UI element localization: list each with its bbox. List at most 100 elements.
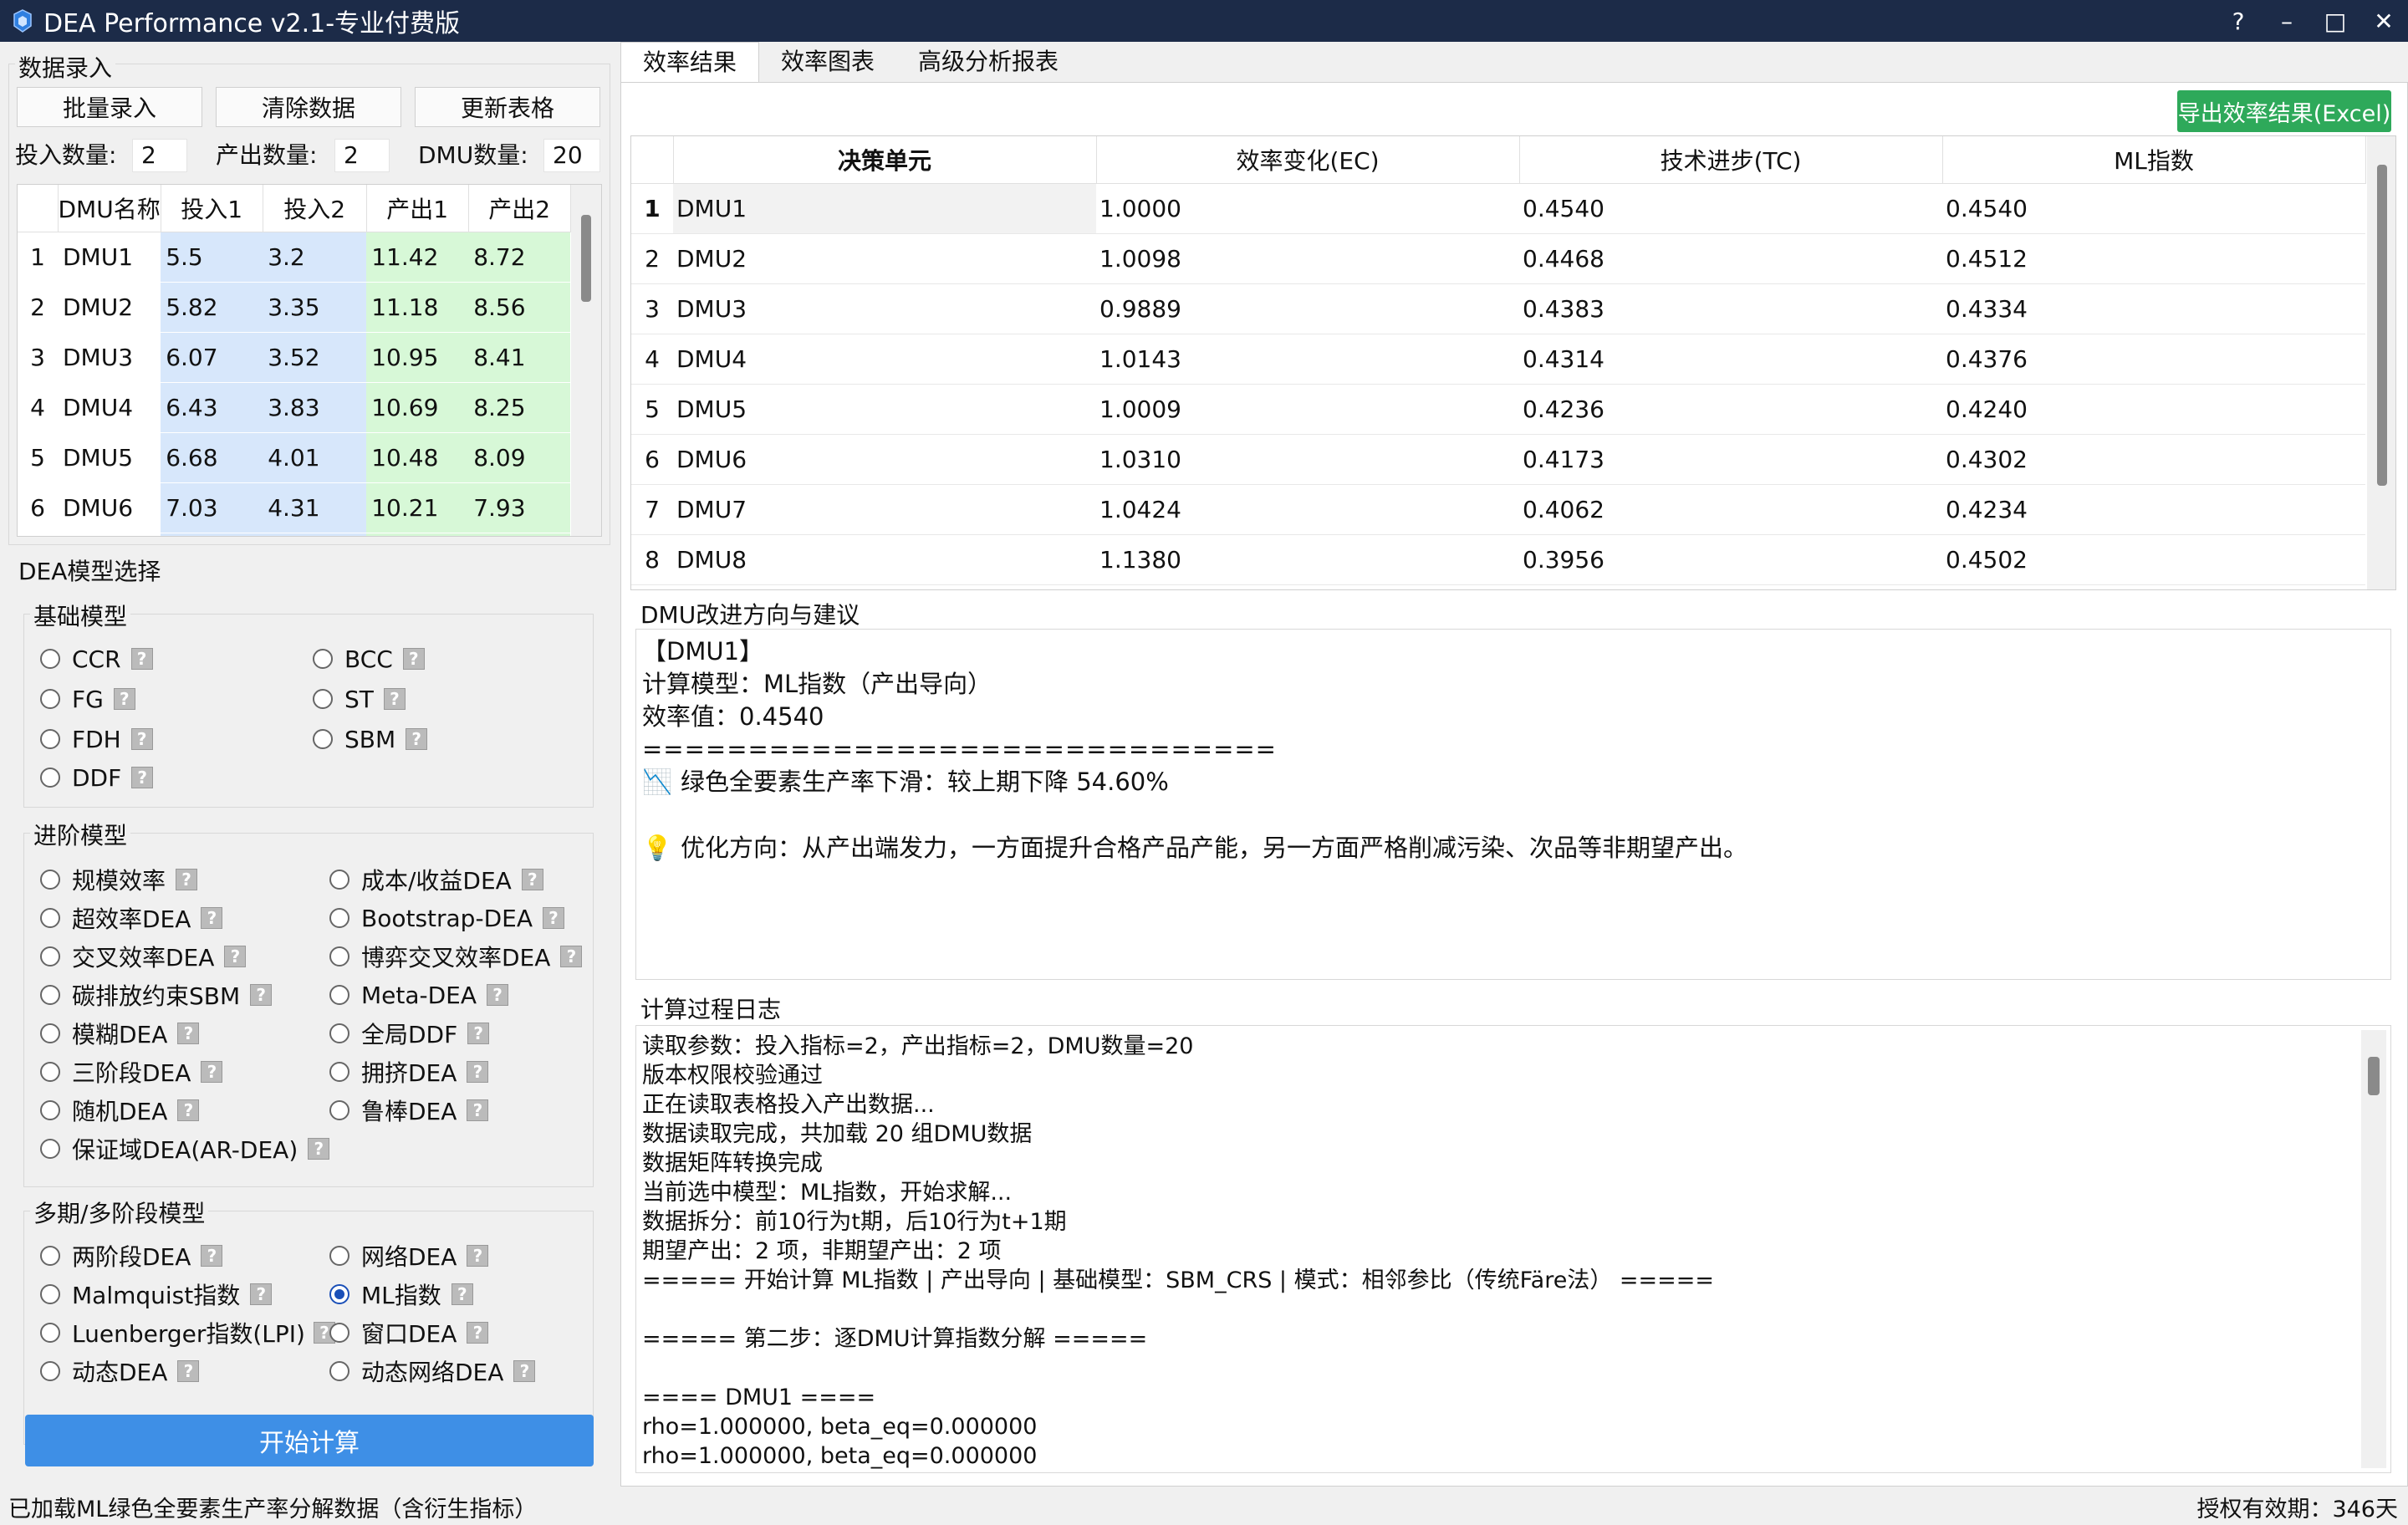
clear-data-button[interactable]: 清除数据 xyxy=(216,87,401,127)
row-number[interactable]: 1 xyxy=(18,232,58,283)
input-cell[interactable]: 7.03 xyxy=(161,482,263,533)
radio-circle[interactable] xyxy=(40,1323,60,1343)
radio-dynamic-dea[interactable]: 动态DEA? xyxy=(40,1354,200,1388)
radio-circle[interactable] xyxy=(329,946,349,967)
radio-window-dea[interactable]: 窗口DEA? xyxy=(329,1316,489,1349)
input-cell[interactable]: 5.5 xyxy=(161,232,263,283)
results-table[interactable]: 决策单元 效率变化(EC) 技术进步(TC) ML指数 1 DMU1 1.000… xyxy=(630,135,2396,590)
output-cell[interactable]: 10.69 xyxy=(366,382,469,433)
dmu-name-cell[interactable]: DMU1 xyxy=(58,232,161,283)
radio-meta-dea[interactable]: Meta-DEA? xyxy=(329,978,509,1012)
radio-carbon-sbm[interactable]: 碳排放约束SBM? xyxy=(40,978,273,1012)
help-icon[interactable]: ? xyxy=(176,869,198,890)
help-icon[interactable]: ? xyxy=(177,1099,200,1121)
ml-cell[interactable]: 0.4502 xyxy=(1942,534,2365,585)
dmu-cell[interactable]: DMU6 xyxy=(673,434,1096,485)
tc-cell[interactable]: 0.4314 xyxy=(1519,334,1942,385)
radio-bootstrap-dea[interactable]: Bootstrap-DEA? xyxy=(329,901,564,935)
column-header[interactable]: 技术进步(TC) xyxy=(1519,136,1943,184)
radio-circle[interactable] xyxy=(40,1246,60,1266)
radio-cost-revenue-dea[interactable]: 成本/收益DEA? xyxy=(329,863,543,896)
input-cell[interactable]: 4.01 xyxy=(263,432,367,483)
table-row[interactable]: 4 DMU4 1.0143 0.4314 0.4376 xyxy=(631,334,2365,385)
help-icon[interactable]: ? xyxy=(487,984,509,1006)
table-row[interactable]: 5 DMU5 1.0009 0.4236 0.4240 xyxy=(631,384,2365,435)
row-number[interactable]: 2 xyxy=(631,233,673,284)
tab-efficiency-charts[interactable]: 效率图表 xyxy=(759,42,896,84)
help-icon[interactable]: ? xyxy=(467,1245,489,1267)
dmu-name-cell[interactable]: DMU4 xyxy=(58,382,161,433)
output-cell[interactable]: 7.93 xyxy=(468,482,571,533)
column-header[interactable]: 产出1 xyxy=(366,185,469,232)
row-number[interactable]: 7 xyxy=(631,484,673,535)
row-number[interactable]: 4 xyxy=(18,382,58,433)
radio-sbm[interactable]: SBM? xyxy=(313,722,428,756)
dmu-cell[interactable]: DMU1 xyxy=(673,183,1096,234)
radio-circle[interactable] xyxy=(40,985,60,1005)
help-icon[interactable]: ? xyxy=(542,907,564,929)
update-table-button[interactable]: 更新表格 xyxy=(415,87,600,127)
help-icon[interactable]: ? xyxy=(467,1023,490,1044)
radio-circle[interactable] xyxy=(329,908,349,928)
input-cell[interactable]: 4.31 xyxy=(263,482,367,533)
radio-circle[interactable] xyxy=(329,1246,349,1266)
help-icon[interactable]: ? xyxy=(451,1283,473,1305)
help-icon[interactable]: ? xyxy=(113,688,135,710)
row-number[interactable]: 2 xyxy=(18,282,58,333)
input-cell[interactable]: 3.52 xyxy=(263,332,367,383)
radio-circle[interactable] xyxy=(40,1361,60,1381)
radio-circle[interactable] xyxy=(329,1361,349,1381)
radio-circle[interactable] xyxy=(40,908,60,928)
input-cell[interactable]: 3.83 xyxy=(263,382,367,433)
column-header[interactable]: 效率变化(EC) xyxy=(1096,136,1520,184)
row-number[interactable]: 1 xyxy=(631,183,673,234)
radio-super-efficiency-dea[interactable]: 超效率DEA? xyxy=(40,901,223,935)
dmu-name-cell[interactable]: DMU5 xyxy=(58,432,161,483)
radio-ddf[interactable]: DDF? xyxy=(40,761,154,794)
help-icon[interactable]: ? xyxy=(131,767,154,788)
ec-cell[interactable]: 0.9889 xyxy=(1096,283,1519,334)
radio-circle[interactable] xyxy=(40,1100,60,1120)
radio-circle[interactable] xyxy=(40,1062,60,1082)
radio-three-stage-dea[interactable]: 三阶段DEA? xyxy=(40,1055,223,1089)
input-data-table[interactable]: DMU名称 投入1 投入2 产出1 产出2 1 DMU1 5.5 3.2 11.… xyxy=(17,184,602,537)
help-icon[interactable]: ? xyxy=(201,1245,223,1267)
results-table-scrollbar[interactable] xyxy=(2367,136,2395,589)
table-row[interactable]: 3 DMU3 0.9889 0.4383 0.4334 xyxy=(631,283,2365,334)
table-row[interactable]: 7 DMU7 1.0424 0.4062 0.4234 xyxy=(631,484,2365,535)
radio-cross-efficiency-dea[interactable]: 交叉效率DEA? xyxy=(40,940,247,973)
radio-global-ddf[interactable]: 全局DDF? xyxy=(329,1017,490,1050)
dmu-count-field[interactable]: 20 xyxy=(543,139,600,172)
ec-cell[interactable]: 1.0000 xyxy=(1096,183,1519,234)
close-button[interactable]: ✕ xyxy=(2360,0,2408,42)
radio-circle[interactable] xyxy=(329,1062,349,1082)
scrollbar-thumb[interactable] xyxy=(2377,165,2387,486)
help-icon[interactable]: ? xyxy=(560,946,583,967)
radio-circle[interactable] xyxy=(40,1284,60,1304)
radio-circle[interactable] xyxy=(313,689,333,709)
help-icon[interactable]: ? xyxy=(406,728,428,750)
dmu-name-cell[interactable]: DMU6 xyxy=(58,482,161,533)
radio-robust-dea[interactable]: 鲁棒DEA? xyxy=(329,1094,489,1127)
radio-circle[interactable] xyxy=(40,1139,60,1159)
radio-circle[interactable] xyxy=(329,985,349,1005)
help-icon[interactable]: ? xyxy=(224,946,247,967)
help-icon[interactable]: ? xyxy=(521,869,543,890)
radio-circle[interactable] xyxy=(329,1023,349,1043)
row-number[interactable]: 8 xyxy=(631,534,673,585)
help-icon[interactable]: ? xyxy=(250,1283,273,1305)
dmu-cell[interactable]: DMU8 xyxy=(673,534,1096,585)
radio-ar-dea[interactable]: 保证域DEA(AR-DEA)? xyxy=(40,1132,330,1165)
log-scrollbar[interactable] xyxy=(2361,1030,2386,1468)
radio-fdh[interactable]: FDH? xyxy=(40,722,153,756)
help-icon[interactable]: ? xyxy=(467,1099,489,1121)
tc-cell[interactable]: 0.3956 xyxy=(1519,534,1942,585)
tab-advanced-reports[interactable]: 高级分析报表 xyxy=(896,42,1080,84)
table-row[interactable]: 8 DMU8 1.1380 0.3956 0.4502 xyxy=(631,534,2365,585)
dmu-cell[interactable]: DMU3 xyxy=(673,283,1096,334)
ml-cell[interactable]: 0.4512 xyxy=(1942,233,2365,284)
radio-circle[interactable] xyxy=(40,1023,60,1043)
input-cell[interactable]: 6.43 xyxy=(161,382,263,433)
output-cell[interactable]: 8.41 xyxy=(468,332,571,383)
output-cell[interactable]: 10.48 xyxy=(366,432,469,483)
